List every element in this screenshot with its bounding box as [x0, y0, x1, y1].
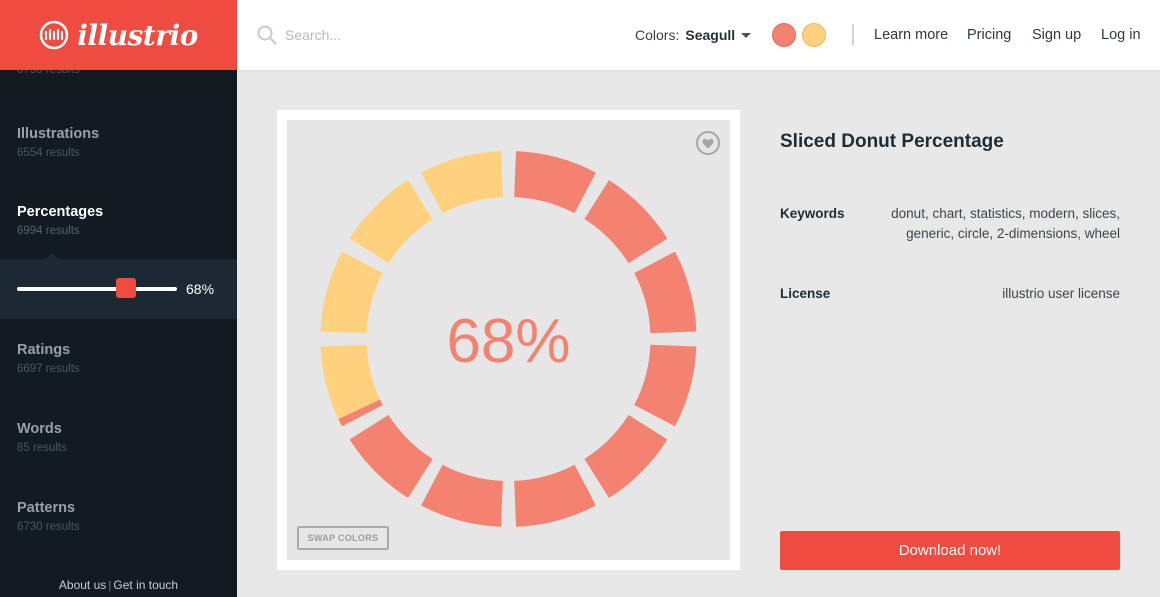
license-label: License — [780, 286, 831, 301]
brand-logo[interactable]: illustrio — [0, 0, 237, 70]
sidebar-item-ratings[interactable]: Ratings 6697 results — [17, 342, 80, 376]
donut-slice-7 — [421, 464, 503, 527]
heart-icon — [702, 138, 714, 148]
sidebar: 6730 results Illustrations 6554 results … — [0, 0, 237, 597]
contact-link[interactable]: Get in touch — [113, 578, 178, 592]
colors-value: Seagull — [685, 27, 736, 43]
search-input[interactable] — [285, 24, 505, 46]
slider-value: 68% — [186, 281, 215, 297]
nav-learn-more[interactable]: Learn more — [874, 27, 948, 43]
sidebar-item-patterns[interactable]: Patterns 6730 results — [17, 500, 80, 534]
footer-separator: | — [108, 578, 112, 592]
illustration-title: Sliced Donut Percentage — [780, 131, 1004, 152]
about-link[interactable]: About us — [59, 578, 106, 592]
sidebar-item-label: Percentages — [17, 204, 104, 220]
nav-sign-up[interactable]: Sign up — [1032, 27, 1081, 43]
swap-colors-button[interactable]: SWAP COLORS — [297, 526, 389, 550]
sidebar-item-label: Ratings — [17, 342, 71, 358]
donut-slice-2 — [584, 180, 668, 264]
slider-thumb[interactable] — [115, 278, 136, 298]
percentage-slider-panel: 68% — [0, 259, 237, 319]
search-icon[interactable] — [257, 25, 277, 45]
sidebar-item-count: 6994 results — [17, 225, 80, 237]
colors-dropdown[interactable]: Colors: Seagull — [635, 27, 752, 43]
color-swatch-secondary[interactable] — [802, 23, 826, 47]
sidebar-footer: About us | Get in touch — [0, 578, 237, 592]
top-header: Colors: Seagull Learn more Pricing Sign … — [237, 0, 1160, 70]
keywords-label: Keywords — [780, 206, 845, 221]
color-swatch-primary[interactable] — [772, 23, 796, 47]
license-value: illustrio user license — [1002, 286, 1120, 301]
chevron-down-icon — [741, 32, 752, 38]
donut-slice-8 — [349, 414, 433, 498]
sidebar-item-label: Words — [17, 421, 62, 437]
logo-icon — [39, 20, 69, 50]
sidebar-item-count: 85 results — [17, 442, 67, 454]
sidebar-item-words[interactable]: Words 85 results — [17, 421, 67, 455]
favorite-button[interactable] — [696, 131, 720, 155]
nav-log-in[interactable]: Log in — [1101, 27, 1141, 43]
preview-canvas: 68% SWAP COLORS — [287, 120, 730, 560]
sidebar-item-percentages[interactable]: Percentages 6994 results — [17, 204, 103, 238]
preview-frame: 68% SWAP COLORS — [277, 110, 740, 570]
donut-slice-11 — [349, 180, 433, 264]
download-button[interactable]: Download now! — [780, 531, 1120, 570]
donut-slice-5 — [584, 414, 668, 498]
keywords-value: donut, chart, statistics, modern, slices… — [891, 206, 1120, 241]
percentage-label: 68% — [446, 307, 571, 376]
donut-slice-6 — [514, 464, 596, 527]
sidebar-item-label: Patterns — [17, 500, 76, 516]
sidebar-item-illustrations[interactable]: Illustrations 6554 results — [17, 126, 99, 160]
header-divider — [852, 24, 854, 45]
sidebar-item-count: 6730 results — [17, 521, 80, 533]
donut-slice-12 — [421, 151, 503, 214]
logo-wordmark: illustrio — [77, 18, 198, 52]
sidebar-item-label: Illustrations — [17, 126, 100, 142]
donut-slice-1 — [514, 151, 596, 214]
sidebar-item-count: 6554 results — [17, 147, 80, 159]
slider-track[interactable] — [17, 287, 177, 291]
nav-pricing[interactable]: Pricing — [967, 27, 1011, 43]
sidebar-item-count: 6697 results — [17, 363, 80, 375]
colors-label: Colors: — [635, 27, 680, 43]
